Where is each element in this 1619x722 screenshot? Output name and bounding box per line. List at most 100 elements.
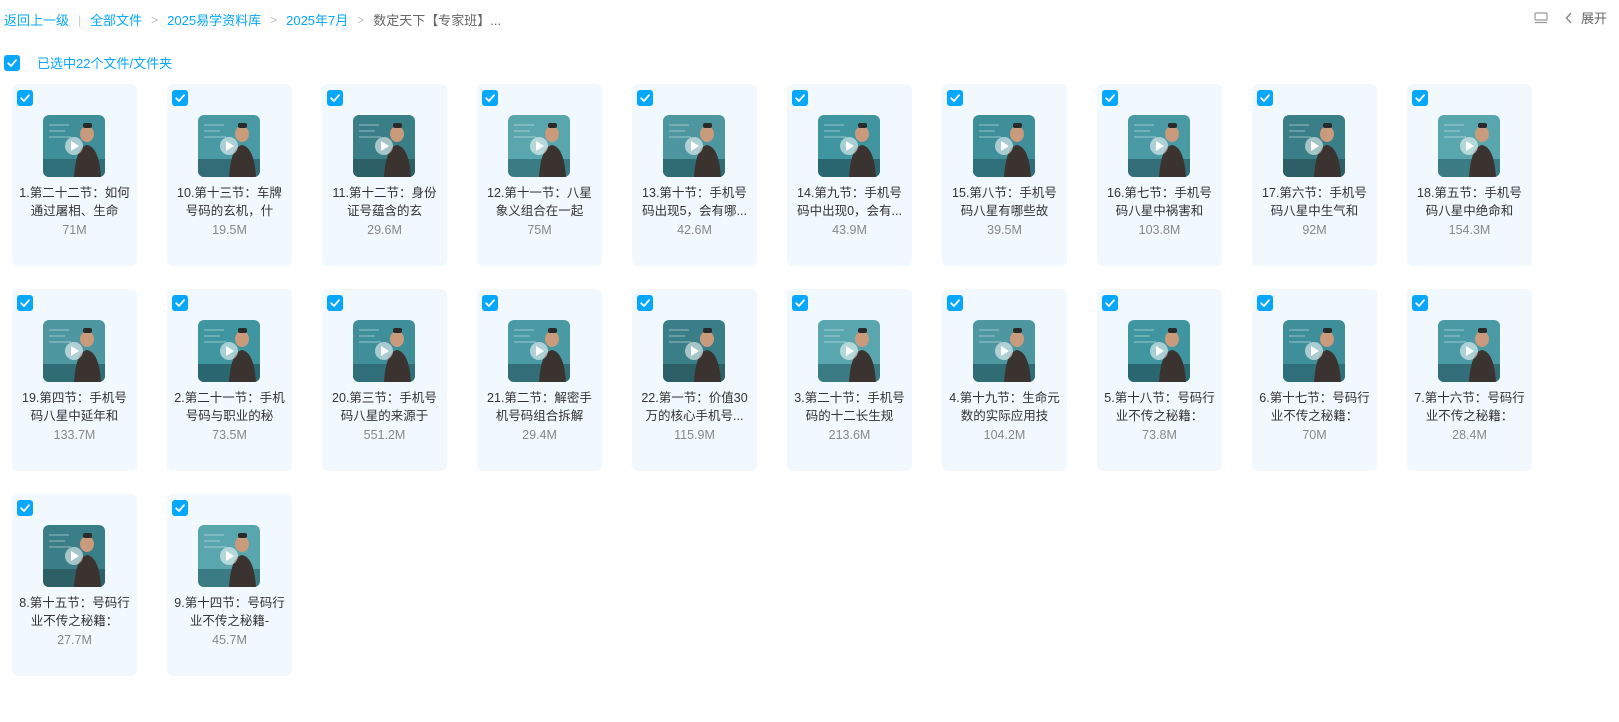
file-checkbox[interactable] <box>1257 90 1273 106</box>
file-checkbox[interactable] <box>172 90 188 106</box>
video-thumbnail-icon <box>353 320 415 382</box>
file-checkbox[interactable] <box>1412 90 1428 106</box>
file-card[interactable]: 12.第十一节：八星象义组合在一起 75M <box>477 84 602 266</box>
file-checkbox[interactable] <box>947 295 963 311</box>
video-thumbnail-icon <box>1128 115 1190 177</box>
video-thumbnail-icon <box>663 115 725 177</box>
file-size: 73.5M <box>212 428 247 442</box>
file-size: 45.7M <box>212 633 247 647</box>
file-card[interactable]: 10.第十三节：车牌号码的玄机，什 19.5M <box>167 84 292 266</box>
file-card[interactable]: 6.第十七节：号码行业不传之秘籍： 70M <box>1252 289 1377 471</box>
video-thumbnail-icon <box>818 115 880 177</box>
file-checkbox[interactable] <box>637 295 653 311</box>
file-checkbox[interactable] <box>482 295 498 311</box>
file-name: 8.第十五节：号码行业不传之秘籍： <box>19 596 130 628</box>
video-thumbnail-icon <box>1128 320 1190 382</box>
file-card[interactable]: 5.第十八节：号码行业不传之秘籍： 73.8M <box>1097 289 1222 471</box>
check-icon <box>20 94 30 102</box>
file-card[interactable]: 19.第四节：手机号码八星中延年和 133.7M <box>12 289 137 471</box>
file-card[interactable]: 14.第九节：手机号码中出现0，会有... 43.9M <box>787 84 912 266</box>
check-icon <box>485 299 495 307</box>
file-card[interactable]: 1.第二十二节：如何通过屠相、生命 71M <box>12 84 137 266</box>
check-icon <box>7 58 17 67</box>
check-icon <box>1260 299 1270 307</box>
file-card[interactable]: 2.第二十一节：手机号码与职业的秘 73.5M <box>167 289 292 471</box>
file-name: 11.第十二节：身份证号蕴含的玄 <box>332 186 437 218</box>
file-name: 14.第九节：手机号码中出现0，会有... <box>797 186 902 218</box>
file-name: 19.第四节：手机号码八星中延年和 <box>22 391 127 423</box>
video-thumbnail-icon <box>198 525 260 587</box>
right-toolbar: 展开 <box>1533 8 1607 27</box>
file-card[interactable]: 20.第三节：手机号码八星的来源于 551.2M <box>322 289 447 471</box>
file-checkbox[interactable] <box>172 295 188 311</box>
file-checkbox[interactable] <box>17 500 33 516</box>
file-checkbox[interactable] <box>947 90 963 106</box>
breadcrumb-item-library[interactable]: 2025易学资料库 <box>167 10 261 29</box>
file-checkbox[interactable] <box>1102 295 1118 311</box>
file-card[interactable]: 18.第五节：手机号码八星中绝命和 154.3M <box>1407 84 1532 266</box>
check-icon <box>20 504 30 512</box>
video-thumbnail-icon <box>1283 320 1345 382</box>
file-size: 43.9M <box>832 223 867 237</box>
file-name: 10.第十三节：车牌号码的玄机，什 <box>177 186 282 218</box>
file-card[interactable]: 7.第十六节：号码行业不传之秘籍： 28.4M <box>1407 289 1532 471</box>
file-card[interactable]: 3.第二十节：手机号码的十二长生规 213.6M <box>787 289 912 471</box>
file-name: 16.第七节：手机号码八星中祸害和 <box>1107 186 1212 218</box>
file-card[interactable]: 11.第十二节：身份证号蕴含的玄 29.6M <box>322 84 447 266</box>
selection-count: 已选中22个文件/文件夹 <box>37 56 173 71</box>
breadcrumb-item-all-files[interactable]: 全部文件 <box>90 10 142 29</box>
chevron-right-icon: > <box>270 12 278 27</box>
file-checkbox[interactable] <box>482 90 498 106</box>
video-thumbnail-icon <box>43 320 105 382</box>
file-name: 6.第十七节：号码行业不传之秘籍： <box>1259 391 1370 423</box>
file-checkbox[interactable] <box>172 500 188 516</box>
file-name: 17.第六节：手机号码八星中生气和 <box>1262 186 1367 218</box>
file-size: 70M <box>1302 428 1327 442</box>
check-icon <box>1415 299 1425 307</box>
file-checkbox[interactable] <box>792 295 808 311</box>
file-size: 551.2M <box>363 428 406 442</box>
file-card[interactable]: 9.第十四节：号码行业不传之秘籍- 45.7M <box>167 494 292 676</box>
file-checkbox[interactable] <box>1412 295 1428 311</box>
file-checkbox[interactable] <box>637 90 653 106</box>
file-size: 92M <box>1302 223 1327 237</box>
file-card[interactable]: 8.第十五节：号码行业不传之秘籍： 27.7M <box>12 494 137 676</box>
file-checkbox[interactable] <box>792 90 808 106</box>
file-checkbox[interactable] <box>327 90 343 106</box>
file-card[interactable]: 17.第六节：手机号码八星中生气和 92M <box>1252 84 1377 266</box>
video-thumbnail-icon <box>198 115 260 177</box>
file-name: 15.第八节：手机号码八星有哪些故 <box>952 186 1057 218</box>
check-icon <box>20 299 30 307</box>
check-icon <box>950 299 960 307</box>
check-icon <box>950 94 960 102</box>
video-thumbnail-icon <box>1438 320 1500 382</box>
file-size: 28.4M <box>1452 428 1487 442</box>
video-thumbnail-icon <box>43 525 105 587</box>
file-checkbox[interactable] <box>1102 90 1118 106</box>
check-icon <box>1105 94 1115 102</box>
file-name: 5.第十八节：号码行业不传之秘籍： <box>1104 391 1215 423</box>
file-checkbox[interactable] <box>17 90 33 106</box>
file-size: 103.8M <box>1138 223 1181 237</box>
file-checkbox[interactable] <box>327 295 343 311</box>
file-size: 42.6M <box>677 223 712 237</box>
file-card[interactable]: 13.第十节：手机号码出现5，会有哪... 42.6M <box>632 84 757 266</box>
file-card[interactable]: 22.第一节：价值30万的核心手机号... 115.9M <box>632 289 757 471</box>
divider: | <box>78 12 82 27</box>
check-icon <box>175 94 185 102</box>
breadcrumb-item-month[interactable]: 2025年7月 <box>286 10 348 29</box>
file-card[interactable]: 15.第八节：手机号码八星有哪些故 39.5M <box>942 84 1067 266</box>
file-card[interactable]: 21.第二节：解密手机号码组合拆解 29.4M <box>477 289 602 471</box>
video-thumbnail-icon <box>508 320 570 382</box>
expand-button[interactable]: 展开 <box>1565 8 1607 27</box>
select-all-checkbox[interactable] <box>4 54 20 71</box>
file-card[interactable]: 4.第十九节：生命元数的实际应用技 104.2M <box>942 289 1067 471</box>
check-icon <box>640 299 650 307</box>
view-mode-icon[interactable] <box>1533 10 1549 26</box>
selection-bar: 已选中22个文件/文件夹 <box>4 53 172 72</box>
back-link[interactable]: 返回上一级 <box>4 10 69 29</box>
file-checkbox[interactable] <box>1257 295 1273 311</box>
file-size: 19.5M <box>212 223 247 237</box>
file-card[interactable]: 16.第七节：手机号码八星中祸害和 103.8M <box>1097 84 1222 266</box>
file-checkbox[interactable] <box>17 295 33 311</box>
